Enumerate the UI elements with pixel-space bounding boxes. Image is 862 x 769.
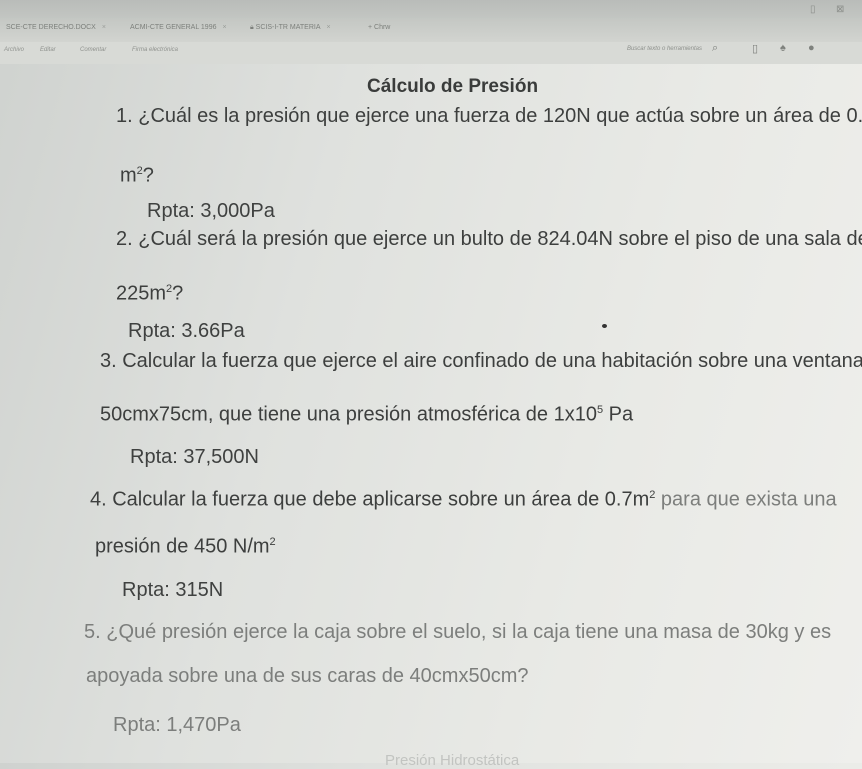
avatar[interactable]: ●: [808, 42, 815, 54]
answer-5: Rpta: 1,470Pa: [113, 714, 241, 736]
search-icon[interactable]: ⌕: [712, 42, 718, 55]
app-toolbar: Archivo Editar Comentar Firma electrónic…: [0, 42, 862, 64]
menu-archivo[interactable]: Archivo: [4, 47, 24, 53]
question-3-line-1: 3. Calcular la fuerza que ejerce el aire…: [100, 350, 862, 372]
minimize-icon[interactable]: ▯: [810, 4, 816, 15]
page-icon[interactable]: ▯: [752, 42, 758, 55]
document-page: Cálculo de Presión 1. ¿Cuál es la presió…: [0, 64, 862, 769]
new-tab-button[interactable]: + Chrw: [368, 24, 390, 31]
answer-2: Rpta: 3.66Pa: [128, 320, 245, 342]
next-section-heading: Presión Hidrostática: [385, 752, 520, 769]
question-2-line-2: 225m2?: [116, 282, 184, 305]
question-2-line-1: 2. ¿Cuál será la presión que ejerce un b…: [116, 228, 862, 250]
close-icon[interactable]: ×: [223, 24, 227, 31]
question-4-line-2: presión de 450 N/m2: [95, 535, 276, 558]
close-icon[interactable]: ×: [327, 24, 331, 31]
bell-icon[interactable]: ♠: [780, 42, 786, 54]
tab-1[interactable]: SCE-CTE DERECHO.DOCX ×: [6, 24, 106, 31]
menu-comentar[interactable]: Comentar: [80, 47, 106, 53]
cursor-dot: [602, 324, 607, 328]
question-4-line-1: 4. Calcular la fuerza que debe aplicarse…: [90, 488, 837, 511]
question-5-line-2: apoyada sobre una de sus caras de 40cmx5…: [86, 665, 529, 687]
answer-3: Rpta: 37,500N: [130, 446, 259, 468]
answer-1: Rpta: 3,000Pa: [147, 200, 275, 222]
question-1-line-1: 1. ¿Cuál es la presión que ejerce una fu…: [116, 105, 862, 127]
browser-tabs: SCE-CTE DERECHO.DOCX × ACMI-CTE GENERAL 1…: [0, 18, 862, 43]
answer-4: Rpta: 315N: [122, 579, 224, 601]
close-icon[interactable]: ×: [102, 24, 106, 31]
page-title: Cálculo de Presión: [367, 76, 539, 97]
tab-2[interactable]: ACMI-CTE GENERAL 1996 ×: [130, 24, 227, 31]
menu-firma[interactable]: Firma electrónica: [132, 47, 178, 53]
question-1-line-2: m2?: [120, 164, 154, 187]
question-3-line-2: 50cmx75cm, que tiene una presión atmosfé…: [100, 403, 634, 426]
restore-icon[interactable]: ⊠: [836, 4, 844, 15]
question-5-line-1: 5. ¿Qué presión ejerce la caja sobre el …: [84, 621, 832, 643]
search-tools-field[interactable]: Buscar texto o herramientas: [627, 46, 702, 52]
tab-3[interactable]: 🔒︎ SCIS-I-TR MATERIA ×: [250, 24, 331, 32]
menu-editar[interactable]: Editar: [40, 47, 56, 53]
